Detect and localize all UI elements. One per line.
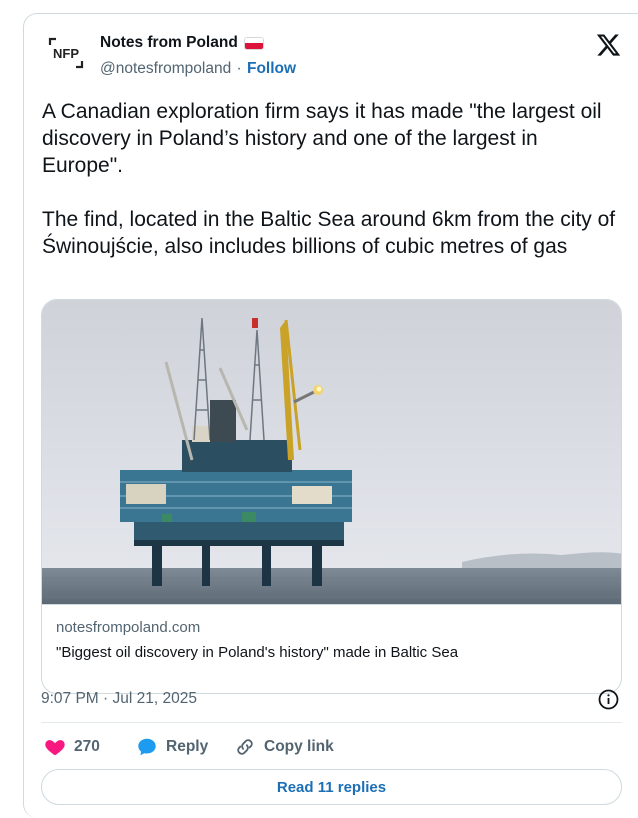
speech-bubble-icon (136, 736, 158, 758)
link-domain[interactable]: notesfrompoland.com (56, 619, 607, 636)
info-icon[interactable] (598, 689, 619, 710)
author-avatar[interactable]: NFP (46, 33, 86, 73)
tweet-text: A Canadian exploration firm says it has … (42, 100, 616, 258)
actions-divider (41, 722, 622, 723)
like-count: 270 (74, 738, 100, 755)
reply-label: Reply (166, 738, 209, 755)
follow-button[interactable]: Follow (247, 60, 296, 77)
copy-link-label: Copy link (264, 738, 334, 755)
oil-rig-photo (42, 300, 621, 604)
author-name[interactable]: Notes from Poland (100, 34, 238, 52)
heart-icon (44, 736, 66, 758)
link-preview-card[interactable]: notesfrompoland.com "Biggest oil discove… (41, 299, 622, 694)
x-logo-icon[interactable] (595, 32, 622, 58)
author-name-row: Notes from Poland (100, 34, 264, 52)
like-button[interactable]: 270 (44, 736, 136, 758)
tweet-card: NFP Notes from Poland @notesfrompoland ·… (23, 13, 638, 818)
handle-separator: · (236, 60, 242, 77)
link-preview-meta[interactable]: notesfrompoland.com "Biggest oil discove… (42, 604, 621, 677)
link-icon (234, 736, 256, 758)
nfp-logo-icon: NFP (48, 37, 84, 69)
author-handle[interactable]: @notesfrompoland (100, 60, 231, 77)
copy-link-button[interactable]: Copy link (234, 736, 354, 758)
tweet-timestamp[interactable]: 9:07 PM · Jul 21, 2025 (41, 690, 197, 708)
reply-button[interactable]: Reply (136, 736, 234, 758)
link-title[interactable]: "Biggest oil discovery in Poland's histo… (56, 644, 607, 661)
read-replies-button[interactable]: Read 11 replies (41, 769, 622, 805)
tweet-actions: 270 Reply Copy link (44, 735, 354, 759)
poland-flag-icon (243, 36, 264, 50)
author-handle-row: @notesfrompoland · Follow (100, 60, 296, 78)
avatar-text: NFP (53, 46, 79, 61)
